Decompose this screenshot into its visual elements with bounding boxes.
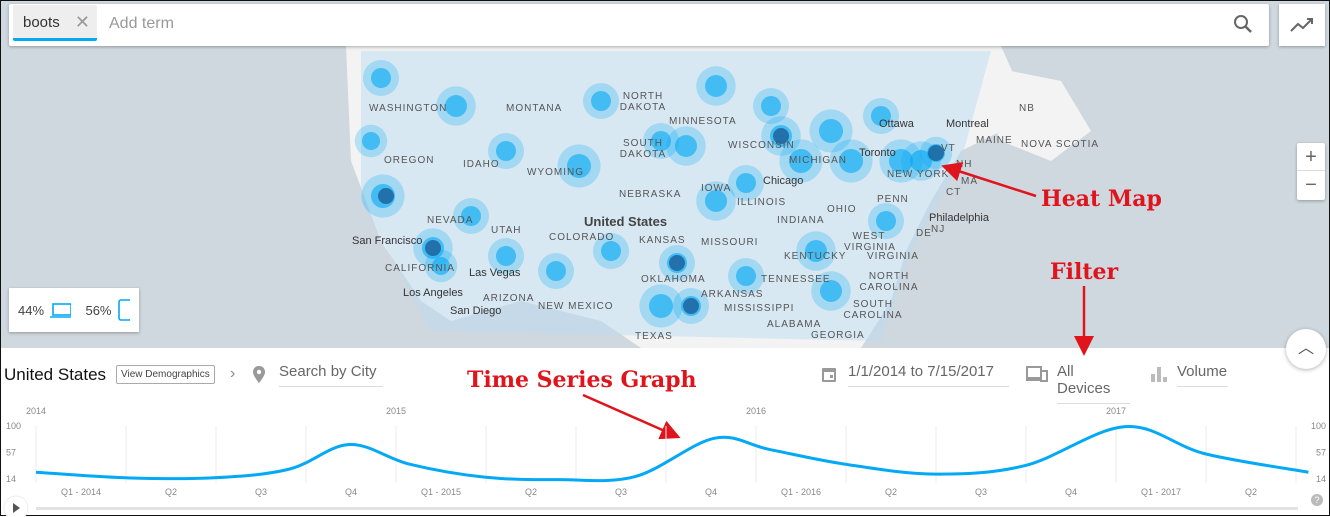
timeline-scrollbar[interactable] [36, 507, 1298, 510]
time-series-chart: 100 100 57 57 14 14 2014 2015 2016 2017 Q1 - 201… [1, 401, 1330, 517]
help-icon[interactable]: ? [1311, 494, 1323, 506]
series-line [36, 426, 1308, 480]
city-search-input[interactable]: Search by City [279, 363, 383, 387]
x-tick-label: Q1 - 2017 [1141, 487, 1181, 497]
x-tick-label: Q2 [1245, 487, 1257, 497]
region-title: United States [4, 365, 106, 385]
x-tick-label: Q2 [165, 487, 177, 497]
chevron-right-icon: › [230, 365, 235, 383]
annotation-filter: Filter [1050, 259, 1118, 285]
x-tick-label: Q2 [525, 487, 537, 497]
annotation-heat-map: Heat Map [1041, 186, 1162, 212]
date-to: 7/15/2017 [927, 363, 994, 380]
date-from: 1/1/2014 [848, 363, 906, 380]
devices-icon [1026, 365, 1048, 383]
year-label: 2016 [746, 406, 766, 416]
play-button[interactable] [4, 496, 28, 517]
metric-filter[interactable]: Volume [1177, 363, 1228, 387]
x-tick-label: Q4 [345, 487, 357, 497]
year-label: 2014 [26, 406, 46, 416]
y-tick-label: 14 [1316, 474, 1326, 484]
date-range-input[interactable]: 1/1/2014 to 7/15/2017 [848, 363, 1009, 387]
view-demographics-button[interactable]: View Demographics [116, 365, 215, 384]
year-label: 2017 [1106, 406, 1126, 416]
calendar-icon [821, 365, 837, 383]
x-tick-label: Q3 [615, 487, 627, 497]
devices-filter[interactable]: All Devices [1057, 363, 1130, 404]
bar-chart-icon [1151, 365, 1167, 383]
y-tick-label: 100 [6, 421, 21, 431]
svg-text:?: ? [1314, 495, 1319, 505]
x-tick-label: Q4 [1065, 487, 1077, 497]
date-to-word: to [911, 363, 924, 380]
y-tick-label: 100 [1311, 421, 1326, 431]
annotation-time-series: Time Series Graph [467, 367, 697, 393]
x-tick-label: Q3 [975, 487, 987, 497]
x-tick-label: Q1 - 2015 [421, 487, 461, 497]
x-tick-label: Q3 [255, 487, 267, 497]
year-label: 2015 [386, 406, 406, 416]
y-tick-label: 57 [1316, 448, 1326, 458]
x-tick-label: Q4 [705, 487, 717, 497]
location-pin-icon [252, 365, 266, 385]
x-tick-label: Q1 - 2016 [781, 487, 821, 497]
y-tick-label: 14 [6, 474, 16, 484]
x-tick-label: Q1 - 2014 [61, 487, 101, 497]
x-tick-label: Q2 [885, 487, 897, 497]
y-tick-label: 57 [6, 448, 16, 458]
